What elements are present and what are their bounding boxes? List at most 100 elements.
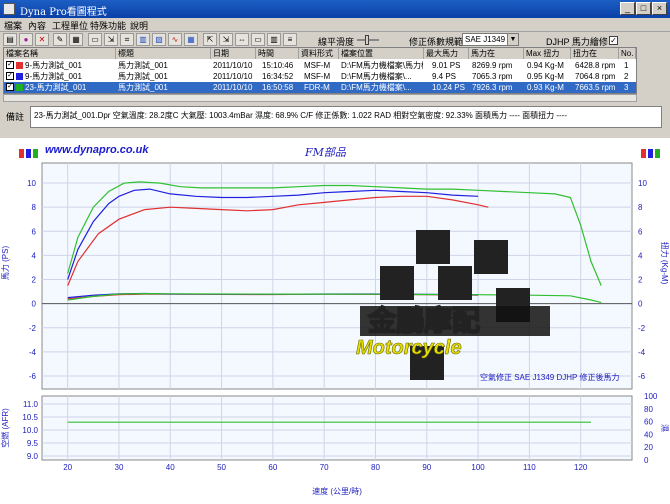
- watermark-block: [380, 266, 414, 300]
- menu-bar: 檔案 內容 工程單位 特殊功能 說明: [0, 18, 670, 32]
- menu-file[interactable]: 檔案: [4, 19, 22, 32]
- x-tick-label: 90: [422, 463, 431, 472]
- correction-value: SAE J1349: [465, 35, 506, 44]
- grid-icon[interactable]: ▥: [136, 33, 150, 46]
- smoothing-slider[interactable]: [357, 35, 379, 45]
- correction-select[interactable]: SAE J1349 ▼: [462, 33, 519, 46]
- close-button[interactable]: ×: [652, 2, 667, 15]
- app-icon: [3, 3, 15, 15]
- col-max-hp[interactable]: 最大馬力: [424, 48, 469, 59]
- x-tick-label: 120: [574, 463, 588, 472]
- right-tick-label: 4: [638, 251, 643, 260]
- cell-hp-at: 8269.9 rpm: [472, 61, 513, 70]
- col-date[interactable]: 日期: [211, 48, 256, 59]
- table-row[interactable]: ✓ 23-馬力測試_001 馬力測試_001 2011/10/10 16:50:…: [4, 82, 636, 93]
- curve-icon[interactable]: ∿: [168, 33, 182, 46]
- cell-hp-at: 7065.3 rpm: [472, 72, 513, 81]
- window-icon[interactable]: ▭: [251, 33, 265, 46]
- zoom-in-icon[interactable]: ⇱: [203, 33, 217, 46]
- cell-max-hp: 9.01 PS: [432, 61, 461, 70]
- x-tick-label: 70: [320, 463, 329, 472]
- x-tick-label: 100: [471, 463, 485, 472]
- afr-tick-label: 9.5: [27, 439, 39, 448]
- y-tick-label: -2: [29, 324, 37, 333]
- menu-units[interactable]: 工程單位: [52, 19, 88, 32]
- col-torque-at[interactable]: 扭力在: [571, 48, 619, 59]
- smoothing-slider-thumb[interactable]: [365, 35, 369, 45]
- cell-format: MSF-M: [304, 61, 331, 70]
- right-tick-label: 2: [638, 276, 643, 285]
- row-color-swatch: [16, 84, 23, 91]
- minimize-button[interactable]: _: [620, 2, 635, 15]
- table-header: 檔案名稱 標題 日期 時間 資料形式 檔案位置 最大馬力 馬力在 Max 扭力 …: [4, 48, 636, 59]
- remark-field[interactable]: 23-馬力測試_001.Dpr 空氣溫度: 28.2度C 大氣壓: 1003.4…: [30, 106, 662, 128]
- right-tick-label: -6: [638, 372, 646, 381]
- menu-help[interactable]: 說明: [130, 19, 148, 32]
- edit-icon[interactable]: ✎: [53, 33, 67, 46]
- col-filename[interactable]: 檔案名稱: [4, 48, 116, 59]
- cell-no: 3: [624, 83, 629, 92]
- maximize-button[interactable]: □: [636, 2, 651, 15]
- x-tick-label: 50: [217, 463, 226, 472]
- cell-format: MSF-M: [304, 72, 331, 81]
- chart-icon[interactable]: ⌗: [120, 33, 134, 46]
- cell-title: 馬力測試_001: [118, 72, 168, 81]
- title-bar[interactable]: Dyna Pro看圖程式 _ □ ×: [0, 0, 670, 18]
- table-icon[interactable]: ▦: [184, 33, 198, 46]
- col-format[interactable]: 資料形式: [299, 48, 339, 59]
- cell-time: 16:34:52: [262, 72, 294, 81]
- cell-torque-at: 7663.5 rpm: [575, 83, 616, 92]
- delete-icon[interactable]: ✕: [35, 33, 49, 46]
- col-location[interactable]: 檔案位置: [339, 48, 424, 59]
- table-row[interactable]: ✓ 9-馬力測試_001 馬力測試_001 2011/10/10 16:34:5…: [4, 71, 636, 82]
- open-folder-icon[interactable]: ▤: [3, 33, 17, 46]
- col-hp-at[interactable]: 馬力在: [469, 48, 524, 59]
- y-tick-label: 4: [32, 251, 37, 260]
- cell-hp-at: 7926.3 rpm: [472, 83, 513, 92]
- cell-filename: 9-馬力測試_001: [25, 61, 82, 70]
- table-row[interactable]: ✓ 9-馬力測試_001 馬力測試_001 2011/10/10 15:10:4…: [4, 60, 636, 71]
- print-icon[interactable]: ▭: [88, 33, 102, 46]
- col-max-torque[interactable]: Max 扭力: [524, 48, 571, 59]
- col-time[interactable]: 時間: [256, 48, 299, 59]
- watermark-cn: 金鵬摩配: [367, 304, 480, 336]
- watermark-block: [416, 230, 450, 264]
- afr-tick-label: 10.5: [22, 413, 38, 422]
- row-checkbox[interactable]: ✓: [6, 83, 14, 91]
- afr-tick-label: 9.0: [27, 452, 39, 461]
- djhp-checkbox[interactable]: ✓: [609, 36, 618, 45]
- right-tick-label: 6: [638, 227, 643, 236]
- x-tick-label: 20: [63, 463, 72, 472]
- y-tick-label: 6: [32, 227, 37, 236]
- col-no[interactable]: No.: [619, 48, 636, 59]
- x-tick-label: 110: [523, 463, 536, 472]
- cell-no: 2: [624, 72, 629, 81]
- disc-icon[interactable]: ●: [19, 33, 33, 46]
- compare-icon[interactable]: ⇔: [235, 33, 249, 46]
- window-list-icon[interactable]: ≡: [283, 33, 297, 46]
- cell-max-torque: 0.95 Kg-M: [527, 72, 564, 81]
- table-scrollbar[interactable]: [3, 94, 637, 102]
- menu-special[interactable]: 特殊功能: [90, 19, 126, 32]
- window-title: Dyna Pro看圖程式: [20, 7, 107, 18]
- graph-icon[interactable]: ▧: [152, 33, 166, 46]
- col-title[interactable]: 標題: [116, 48, 211, 59]
- window-split-icon[interactable]: ▥: [267, 33, 281, 46]
- y-tick-label: 2: [32, 276, 37, 285]
- chevron-down-icon[interactable]: ▼: [507, 34, 518, 45]
- right-tick-label: 10: [638, 179, 647, 188]
- row-checkbox[interactable]: ✓: [6, 61, 14, 69]
- print-preview-icon[interactable]: ▦: [69, 33, 83, 46]
- zoom-out-icon[interactable]: ⇲: [219, 33, 233, 46]
- cell-location: D:\FM馬力機檔案\馬力機...: [341, 61, 423, 70]
- row-checkbox[interactable]: ✓: [6, 72, 14, 80]
- menu-content[interactable]: 內容: [28, 19, 46, 32]
- humidity-tick-label: 100: [644, 392, 658, 401]
- cell-max-torque: 0.94 Kg-M: [527, 61, 564, 70]
- y-tick-label: -6: [29, 372, 37, 381]
- y-tick-label: -4: [29, 348, 37, 357]
- export-icon[interactable]: ⇲: [104, 33, 118, 46]
- right-tick-label: -2: [638, 324, 646, 333]
- x-tick-label: 80: [371, 463, 380, 472]
- x-tick-label: 40: [166, 463, 175, 472]
